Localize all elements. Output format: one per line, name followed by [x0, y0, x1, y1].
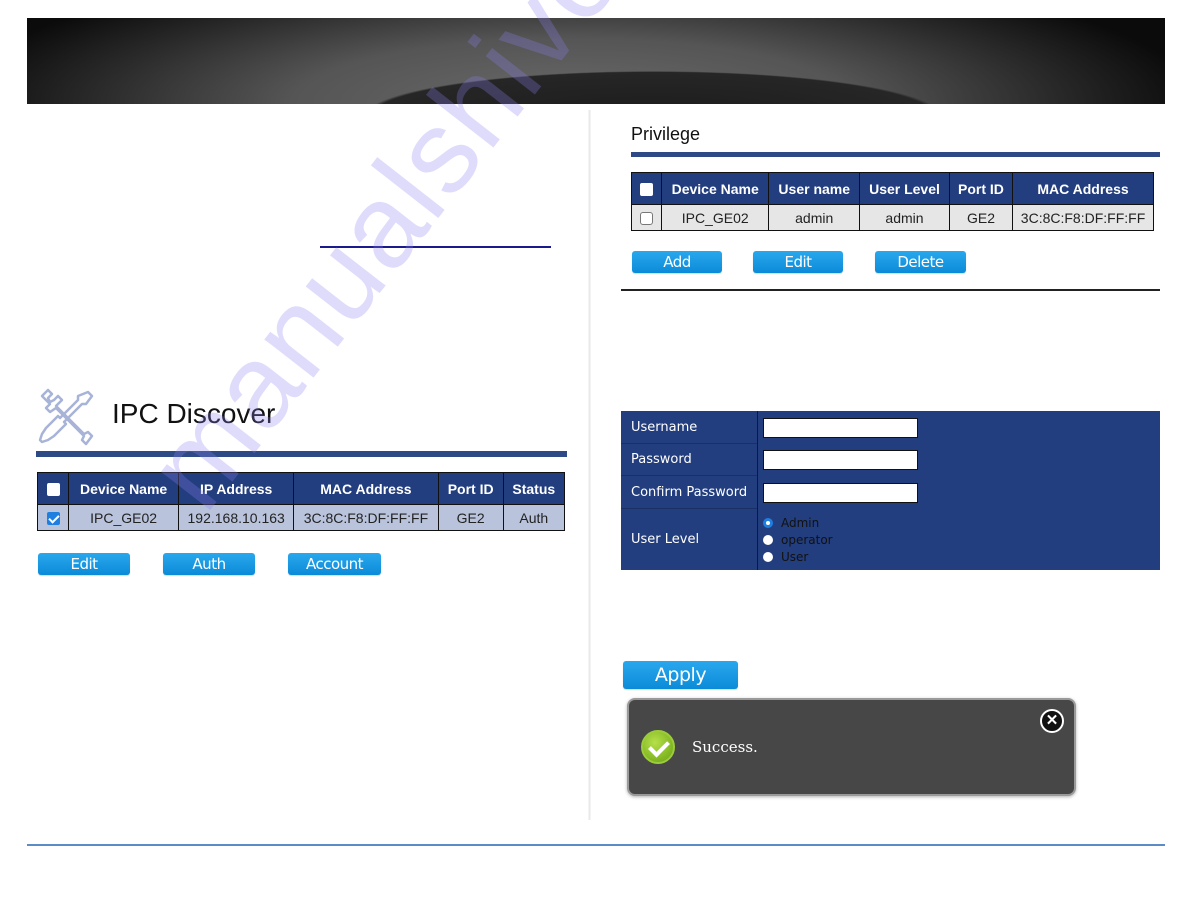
- select-all-checkbox[interactable]: [46, 483, 60, 497]
- tools-icon: [36, 388, 94, 446]
- device-name-cell: IPC_GE02: [67, 504, 180, 531]
- auth-button[interactable]: Auth: [163, 553, 255, 575]
- row-select-cell[interactable]: [37, 504, 69, 531]
- radio-label: Admin: [781, 516, 820, 530]
- username-label: Username: [621, 411, 757, 444]
- row-select-cell[interactable]: [631, 204, 662, 231]
- column-header: Device Name: [67, 472, 180, 505]
- column-header: Device Name: [660, 172, 770, 205]
- confirm-password-input[interactable]: [763, 483, 918, 503]
- row-checkbox-checked[interactable]: [46, 512, 60, 526]
- password-label: Password: [621, 444, 757, 476]
- delete-button[interactable]: Delete: [875, 251, 966, 273]
- column-header: User Level: [859, 172, 950, 205]
- success-toast: Success. ✕: [627, 698, 1076, 796]
- ipc-discover-title: IPC Discover: [112, 398, 276, 429]
- edit-button[interactable]: Edit: [38, 553, 130, 575]
- column-header: Port ID: [948, 172, 1014, 205]
- account-button[interactable]: Account: [288, 553, 381, 575]
- mac-address-cell: 3C:8C:F8:DF:FF:FF: [1012, 204, 1154, 231]
- table-row[interactable]: IPC_GE02 192.168.10.163 3C:8C:F8:DF:FF:F…: [37, 504, 566, 531]
- device-name-cell: IPC_GE02: [660, 204, 770, 231]
- page-divider: [588, 110, 591, 820]
- row-checkbox[interactable]: [640, 212, 653, 226]
- select-all-checkbox[interactable]: [640, 183, 653, 197]
- status-cell: Auth: [502, 504, 566, 531]
- select-all-header[interactable]: [37, 472, 69, 505]
- table-header-row: Device Name IP Address MAC Address Port …: [37, 472, 566, 505]
- port-id-cell: GE2: [948, 204, 1014, 231]
- column-header: Port ID: [437, 472, 504, 505]
- port-id-cell: GE2: [437, 504, 504, 531]
- edit-privilege-button[interactable]: Edit: [753, 251, 843, 273]
- select-all-header[interactable]: [631, 172, 662, 205]
- radio-label: operator: [781, 533, 833, 547]
- column-header: MAC Address: [293, 472, 439, 505]
- column-header: MAC Address: [1012, 172, 1154, 205]
- ipc-title-bar: [36, 451, 567, 457]
- add-button[interactable]: Add: [632, 251, 722, 273]
- hyperlink-underline[interactable]: [320, 246, 551, 248]
- confirm-password-label: Confirm Password: [621, 476, 757, 509]
- privilege-title-bar: [631, 152, 1160, 157]
- ip-address-cell: 192.168.10.163: [178, 504, 295, 531]
- footer-rule: [27, 844, 1165, 846]
- user-level-option-user[interactable]: User: [763, 550, 808, 564]
- apply-button[interactable]: Apply: [623, 661, 738, 689]
- user-level-label: User Level: [631, 532, 700, 547]
- success-check-icon: [641, 730, 675, 764]
- user-name-cell: admin: [768, 204, 861, 231]
- column-header: User name: [768, 172, 861, 205]
- user-level-cell: admin: [859, 204, 950, 231]
- account-form: Username Password Confirm Password User …: [621, 411, 1160, 570]
- column-header: Status: [502, 472, 566, 505]
- toast-message: Success.: [692, 738, 758, 756]
- user-level-option-operator[interactable]: operator: [763, 533, 833, 547]
- header-banner: [27, 18, 1165, 104]
- table-header-row: Device Name User name User Level Port ID…: [631, 172, 1154, 205]
- ipc-discover-table: Device Name IP Address MAC Address Port …: [37, 472, 566, 531]
- form-column-divider: [757, 411, 758, 570]
- mac-address-cell: 3C:8C:F8:DF:FF:FF: [293, 504, 439, 531]
- radio-icon[interactable]: [763, 552, 773, 562]
- username-input[interactable]: [763, 418, 918, 438]
- privilege-title: Privilege: [631, 124, 701, 144]
- section-divider: [621, 289, 1160, 291]
- radio-icon[interactable]: [763, 535, 773, 545]
- radio-selected-icon[interactable]: [763, 518, 773, 528]
- user-level-option-admin[interactable]: Admin: [763, 516, 819, 530]
- radio-label: User: [781, 550, 809, 564]
- password-input[interactable]: [763, 450, 918, 470]
- table-row[interactable]: IPC_GE02 admin admin GE2 3C:8C:F8:DF:FF:…: [631, 204, 1154, 231]
- privilege-table: Device Name User name User Level Port ID…: [631, 172, 1154, 231]
- column-header: IP Address: [178, 472, 295, 505]
- close-icon[interactable]: ✕: [1040, 709, 1064, 733]
